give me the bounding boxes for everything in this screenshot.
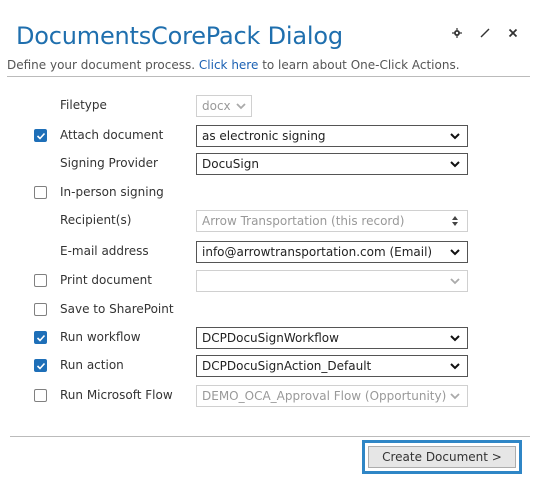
save-sharepoint-label: Save to SharePoint bbox=[60, 302, 174, 316]
filetype-select[interactable]: docx bbox=[196, 95, 252, 117]
row-save-sharepoint: Save to SharePoint bbox=[0, 298, 540, 322]
email-address-select[interactable]: info@arrowtransportation.com (Email) bbox=[196, 241, 468, 263]
row-print-document: Print document bbox=[0, 269, 540, 293]
email-address-label: E-mail address bbox=[60, 244, 149, 258]
footer-divider bbox=[10, 436, 530, 437]
subtitle-text: Define your document process. bbox=[7, 58, 196, 72]
row-signing-provider: Signing Provider DocuSign bbox=[0, 152, 540, 176]
run-flow-select[interactable]: DEMO_OCA_Approval Flow (Opportunity) bbox=[196, 385, 468, 407]
chevron-down-icon bbox=[450, 363, 460, 370]
row-filetype: Filetype docx bbox=[0, 94, 540, 118]
pin-icon[interactable] bbox=[478, 26, 492, 40]
recipients-value: Arrow Transportation (this record) bbox=[202, 214, 405, 228]
attach-document-checkbox[interactable] bbox=[34, 129, 47, 142]
run-workflow-value: DCPDocuSignWorkflow bbox=[202, 331, 339, 345]
row-run-action: Run action DCPDocuSignAction_Default bbox=[0, 354, 540, 378]
email-address-value: info@arrowtransportation.com (Email) bbox=[202, 245, 433, 259]
save-sharepoint-checkbox[interactable] bbox=[34, 303, 47, 316]
signing-provider-select[interactable]: DocuSign bbox=[196, 153, 468, 175]
signing-provider-value: DocuSign bbox=[202, 157, 259, 171]
attach-document-value: as electronic signing bbox=[202, 129, 326, 143]
in-person-signing-checkbox[interactable] bbox=[34, 186, 47, 199]
row-run-workflow: Run workflow DCPDocuSignWorkflow bbox=[0, 326, 540, 350]
checkmark-icon bbox=[36, 362, 45, 370]
run-flow-value: DEMO_OCA_Approval Flow (Opportunity) bbox=[202, 389, 447, 403]
close-icon[interactable] bbox=[506, 26, 520, 40]
in-person-signing-label: In-person signing bbox=[60, 185, 164, 199]
dialog-subtitle: Define your document process. Click here… bbox=[7, 58, 528, 72]
subtitle-text-after: to learn about One-Click Actions. bbox=[262, 58, 460, 72]
chevron-down-icon bbox=[450, 161, 460, 168]
row-in-person-signing: In-person signing bbox=[0, 181, 540, 205]
row-attach-document: Attach document as electronic signing bbox=[0, 124, 540, 148]
chevron-down-icon bbox=[450, 249, 460, 256]
run-action-label: Run action bbox=[60, 358, 124, 372]
header-divider bbox=[7, 76, 530, 77]
row-email-address: E-mail address info@arrowtransportation.… bbox=[0, 240, 540, 264]
run-flow-label: Run Microsoft Flow bbox=[60, 388, 173, 402]
filetype-value: docx bbox=[202, 99, 231, 113]
create-document-highlight: Create Document > bbox=[362, 440, 522, 474]
chevron-down-icon bbox=[450, 133, 460, 140]
row-recipients: Recipient(s) Arrow Transportation (this … bbox=[0, 209, 540, 233]
checkmark-icon bbox=[36, 334, 45, 342]
run-action-checkbox[interactable] bbox=[34, 359, 47, 372]
checkmark-icon bbox=[36, 132, 45, 140]
learn-more-link[interactable]: Click here bbox=[199, 58, 258, 72]
run-workflow-checkbox[interactable] bbox=[34, 331, 47, 344]
create-document-button[interactable]: Create Document > bbox=[368, 446, 516, 468]
spin-arrows-icon bbox=[452, 216, 458, 226]
filetype-label: Filetype bbox=[60, 98, 107, 112]
dialog-title: DocumentsCorePack Dialog bbox=[16, 22, 343, 50]
recipients-select[interactable]: Arrow Transportation (this record) bbox=[196, 210, 468, 232]
print-document-checkbox[interactable] bbox=[34, 274, 47, 287]
gear-icon[interactable] bbox=[450, 26, 464, 40]
attach-document-label: Attach document bbox=[60, 128, 164, 142]
print-document-select[interactable] bbox=[196, 270, 468, 292]
run-workflow-select[interactable]: DCPDocuSignWorkflow bbox=[196, 327, 468, 349]
chevron-down-icon bbox=[450, 335, 460, 342]
attach-document-select[interactable]: as electronic signing bbox=[196, 125, 468, 147]
run-action-select[interactable]: DCPDocuSignAction_Default bbox=[196, 355, 468, 377]
chevron-down-icon bbox=[236, 103, 246, 110]
print-document-label: Print document bbox=[60, 273, 152, 287]
run-flow-checkbox[interactable] bbox=[34, 389, 47, 402]
signing-provider-label: Signing Provider bbox=[60, 156, 158, 170]
run-workflow-label: Run workflow bbox=[60, 330, 141, 344]
chevron-down-icon bbox=[450, 393, 460, 400]
run-action-value: DCPDocuSignAction_Default bbox=[202, 359, 372, 373]
chevron-down-icon bbox=[450, 278, 460, 285]
row-run-microsoft-flow: Run Microsoft Flow DEMO_OCA_Approval Flo… bbox=[0, 384, 540, 408]
window-controls bbox=[450, 26, 520, 40]
recipients-label: Recipient(s) bbox=[60, 213, 132, 227]
